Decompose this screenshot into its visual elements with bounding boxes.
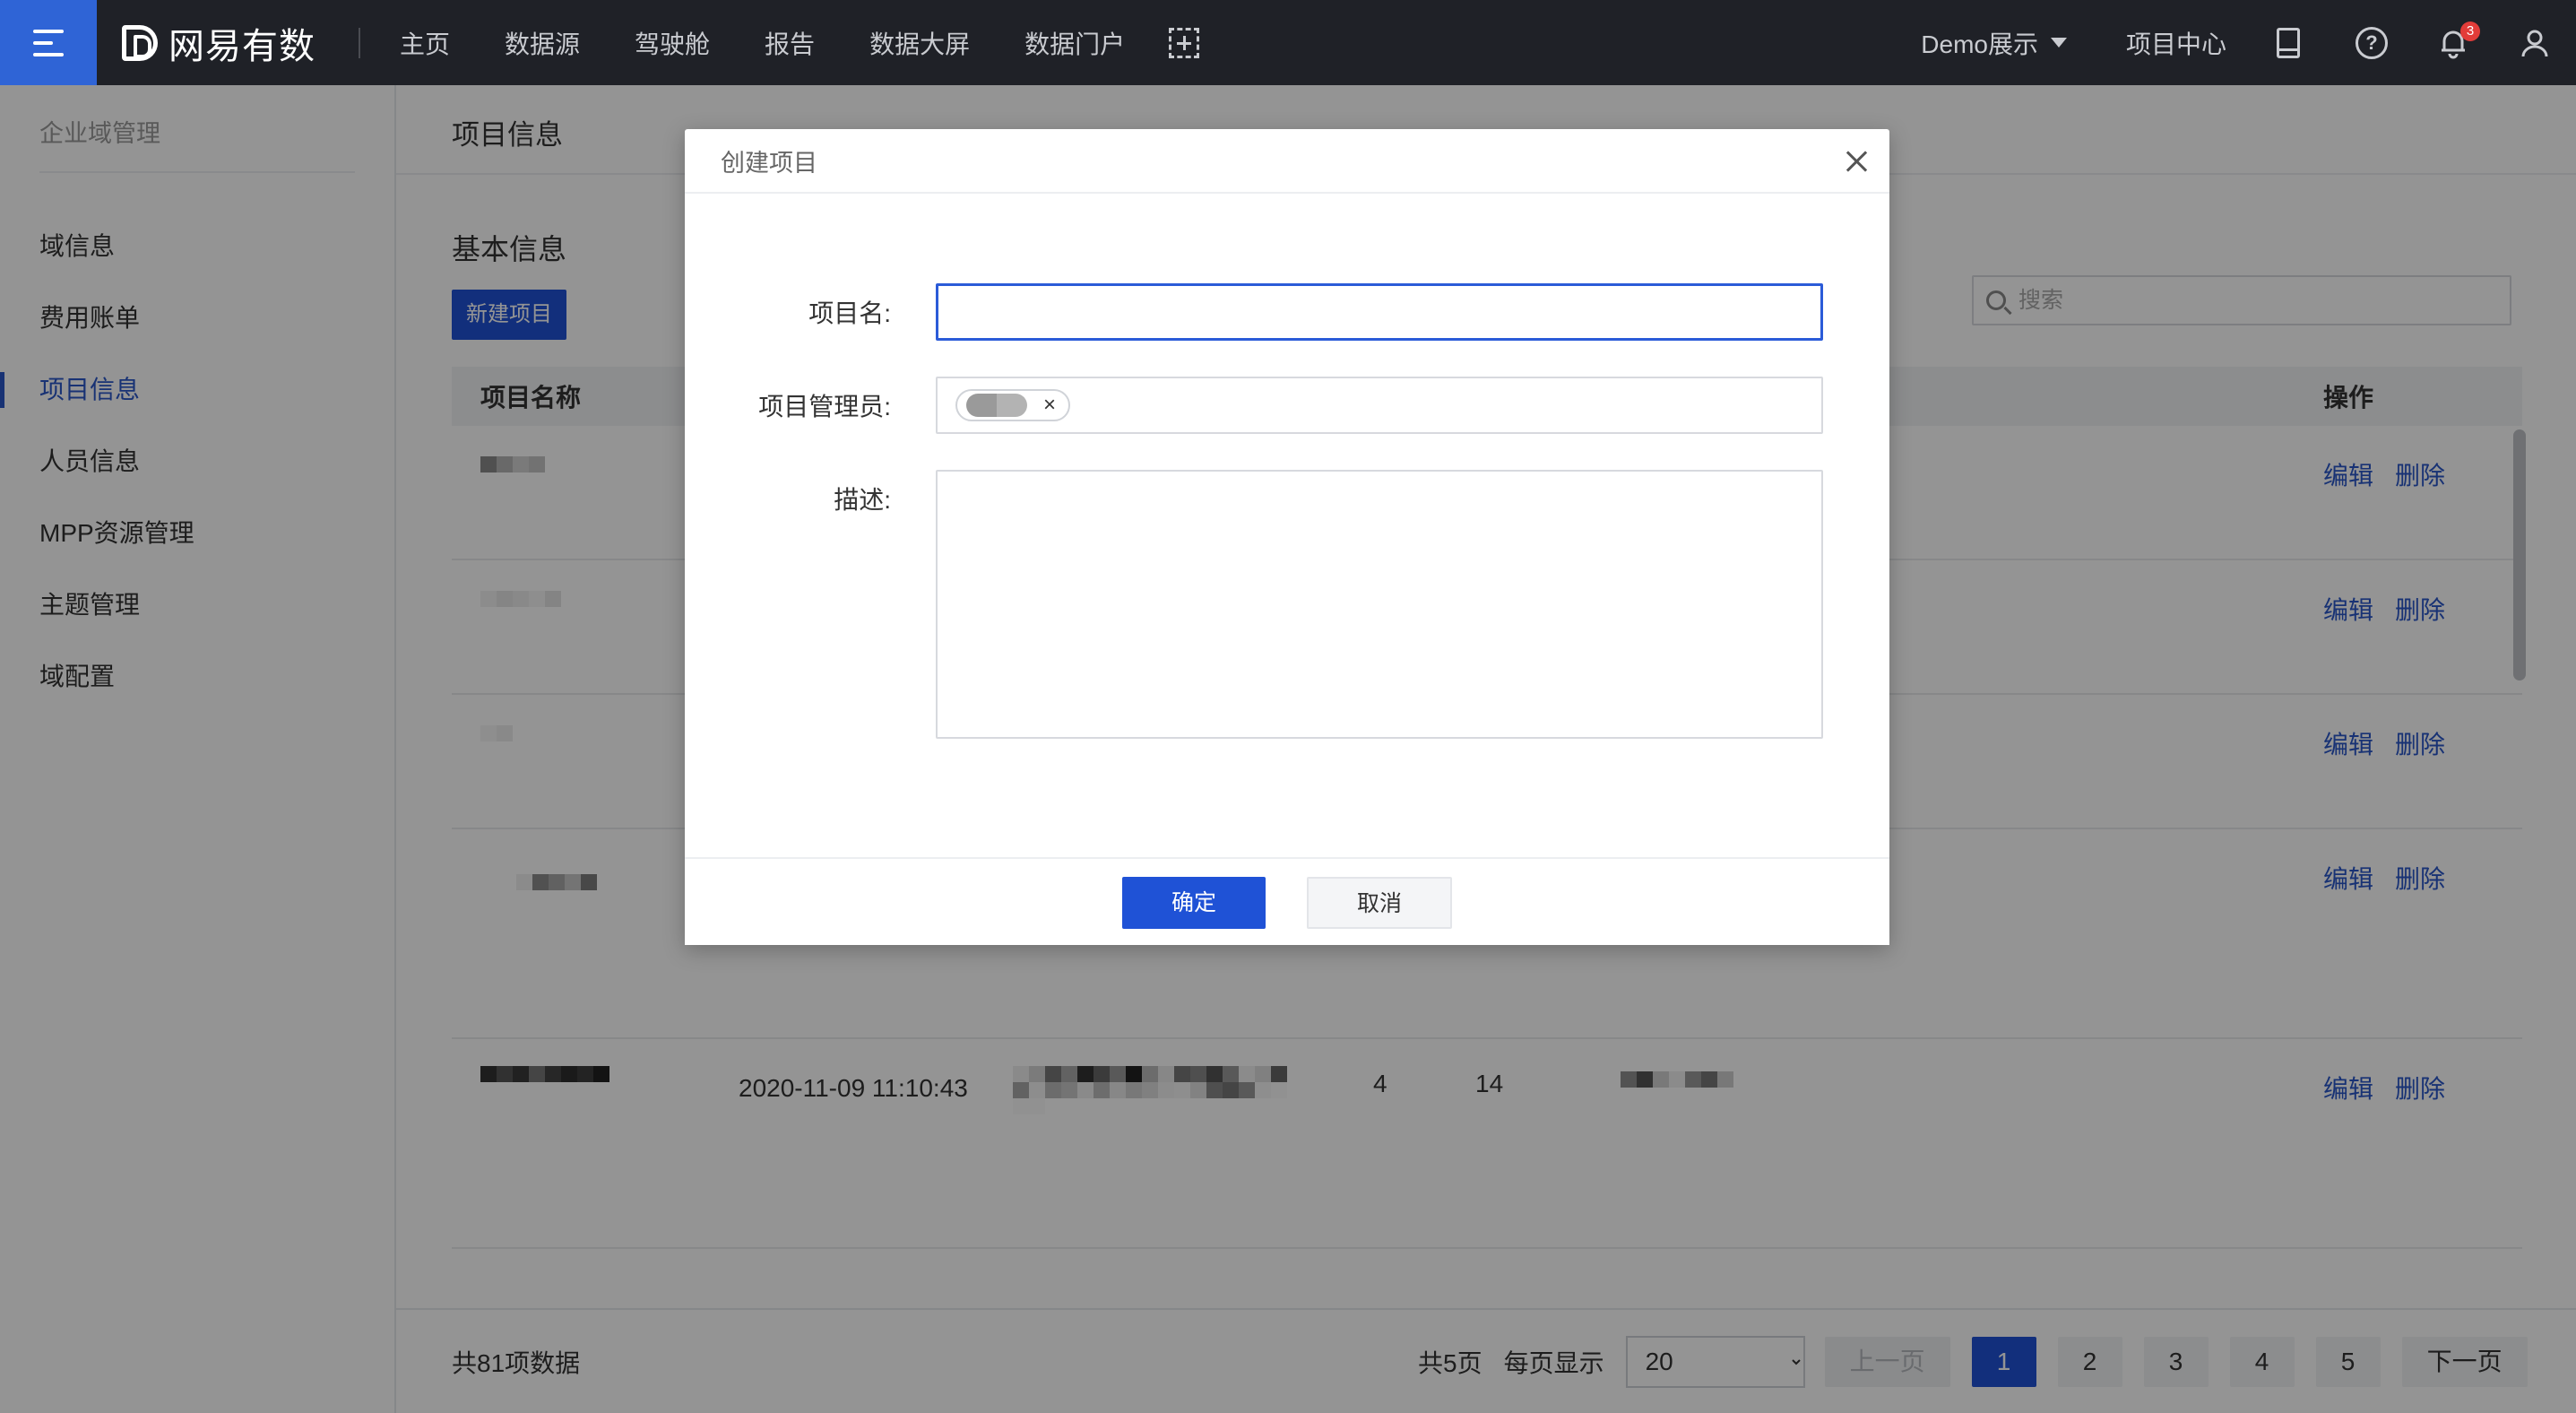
- main-nav: 主页 数据源 驾驶舱 报告 数据大屏 数据门户: [382, 25, 1200, 61]
- workspace-label: Demo展示: [1921, 30, 2038, 58]
- confirm-button[interactable]: 确定: [1122, 877, 1266, 929]
- description-label: 描述:: [834, 486, 891, 514]
- top-right-tools: Demo展示 项目中心 ? 3: [1921, 0, 2576, 85]
- cancel-button[interactable]: 取消: [1307, 877, 1452, 929]
- nav-divider: [359, 27, 360, 58]
- top-navigation-bar: 网易有数 主页 数据源 驾驶舱 报告 数据大屏 数据门户 Demo展示 项目中心…: [0, 0, 2576, 85]
- user-icon[interactable]: [2519, 27, 2551, 59]
- nav-item-big-screen[interactable]: 数据大屏: [869, 25, 970, 61]
- project-name-label: 项目名:: [808, 299, 891, 327]
- close-icon[interactable]: [1841, 145, 1873, 178]
- workspace-dropdown[interactable]: Demo展示: [1921, 25, 2067, 61]
- project-name-input[interactable]: [936, 283, 1823, 341]
- dialog-header: 创建项目: [685, 129, 1889, 194]
- create-project-dialog: 创建项目 项目名: 项目管理员: × 描述: 确定 取消: [685, 129, 1889, 945]
- caret-down-icon: [2050, 38, 2067, 48]
- document-icon[interactable]: [2277, 27, 2300, 58]
- bell-icon[interactable]: 3: [2437, 21, 2480, 59]
- description-textarea[interactable]: [936, 470, 1823, 739]
- logo-mark-icon: [122, 24, 158, 61]
- nav-item-data-portal[interactable]: 数据门户: [1024, 25, 1125, 61]
- project-center-link[interactable]: 项目中心: [2126, 25, 2226, 61]
- nav-item-report[interactable]: 报告: [765, 25, 815, 61]
- remove-tag-icon[interactable]: ×: [1043, 393, 1056, 418]
- dialog-title: 创建项目: [721, 149, 817, 177]
- nav-item-cockpit[interactable]: 驾驶舱: [635, 25, 710, 61]
- nav-item-home[interactable]: 主页: [400, 25, 450, 61]
- add-new-icon[interactable]: [1169, 27, 1200, 58]
- menu-toggle-button[interactable]: [0, 0, 97, 85]
- project-admin-label: 项目管理员:: [758, 393, 891, 420]
- brand-logo[interactable]: 网易有数: [122, 0, 316, 85]
- help-icon[interactable]: ?: [2356, 26, 2388, 59]
- nav-item-datasource[interactable]: 数据源: [505, 25, 580, 61]
- hamburger-menu-icon: [33, 29, 64, 56]
- brand-name: 网易有数: [169, 26, 316, 66]
- notification-count-badge: 3: [2460, 21, 2480, 41]
- project-admin-select[interactable]: ×: [936, 377, 1823, 434]
- redacted-admin-name: [966, 394, 1027, 417]
- dialog-footer: 确定 取消: [685, 857, 1889, 945]
- admin-tag: ×: [955, 389, 1071, 421]
